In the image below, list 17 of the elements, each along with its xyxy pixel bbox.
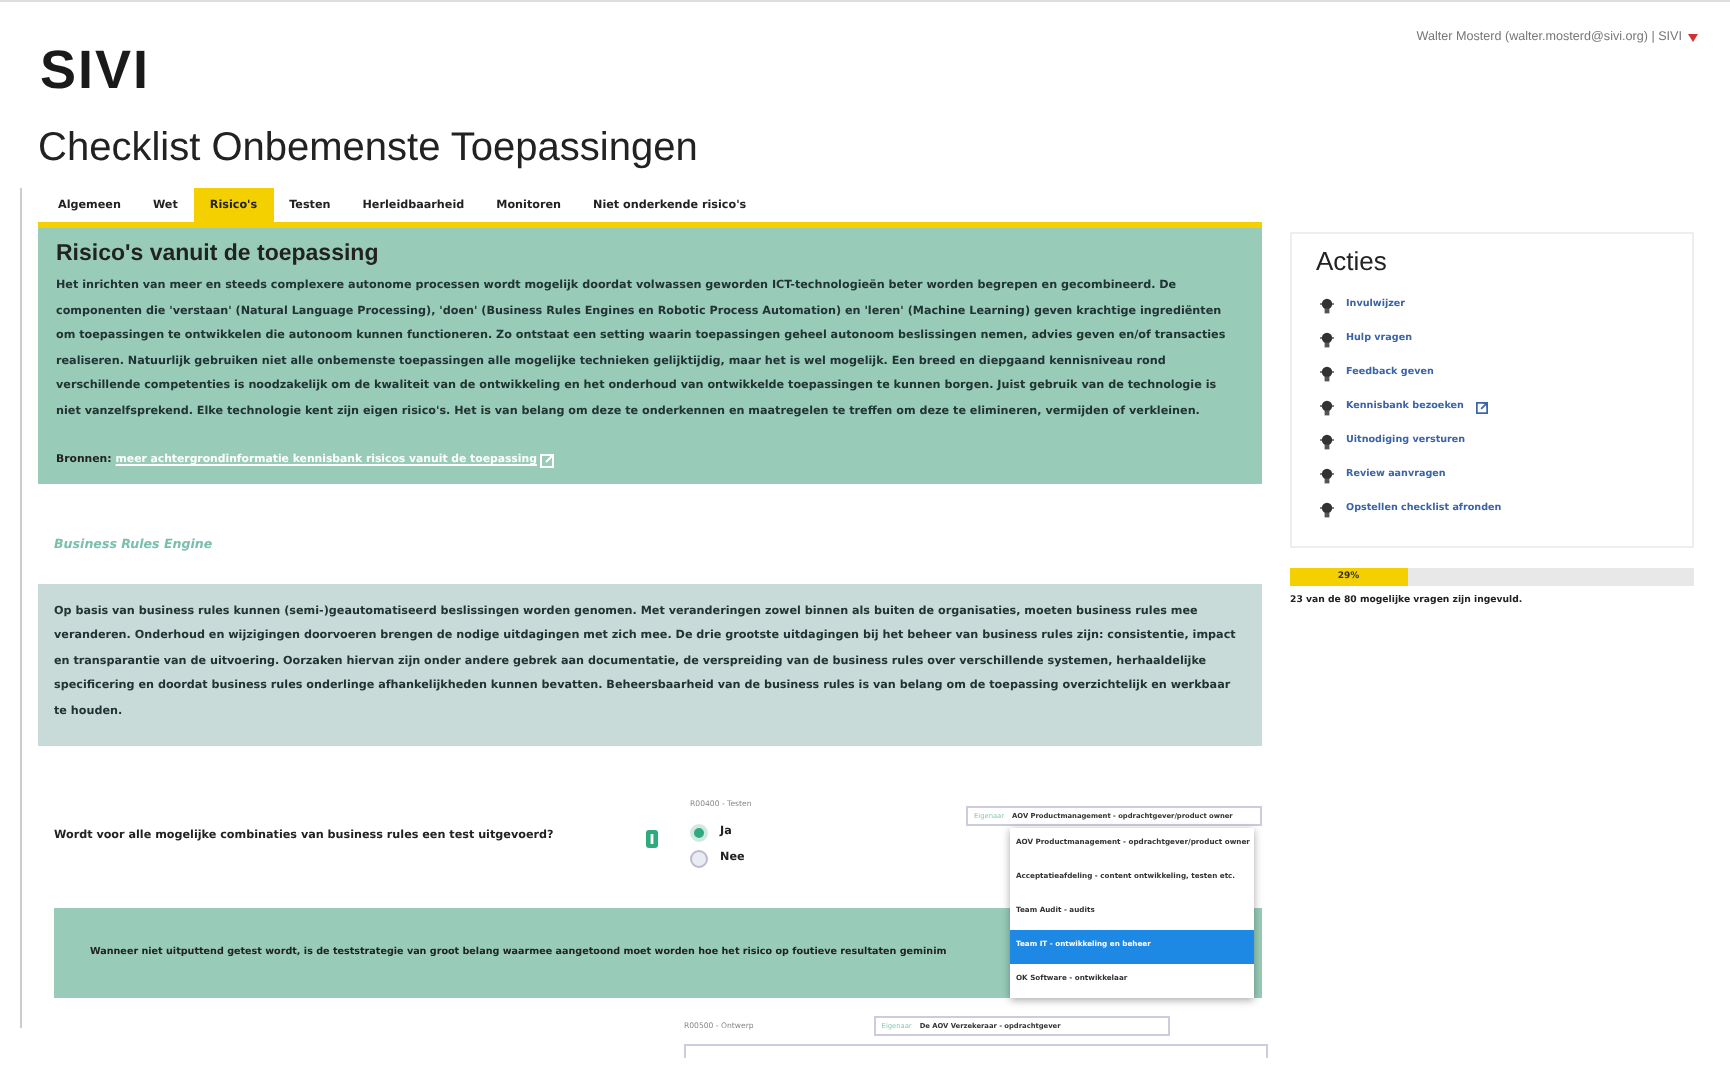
lightbulb-icon [1320,501,1334,517]
info-icon[interactable] [646,829,659,848]
radio-button[interactable] [690,849,709,868]
lightbulb-icon [1320,433,1334,449]
caret-icon[interactable] [1688,33,1698,41]
lightbulb-icon [1320,467,1334,483]
radio-button[interactable] [690,823,709,842]
lightbulb-icon [1320,399,1334,415]
external-link-icon [540,453,555,468]
lightbulb-icon [1320,331,1334,347]
page-title: Checklist Onbemenste Toepassingen [38,124,700,172]
input-field[interactable] [684,1043,1268,1058]
lightbulb-icon [1320,365,1334,381]
logo: SIVI [40,42,151,98]
section-heading: Risico's vanuit de toepassing [56,242,381,266]
card-title: Acties [1316,246,1389,276]
lightbulb-icon [1320,297,1334,313]
